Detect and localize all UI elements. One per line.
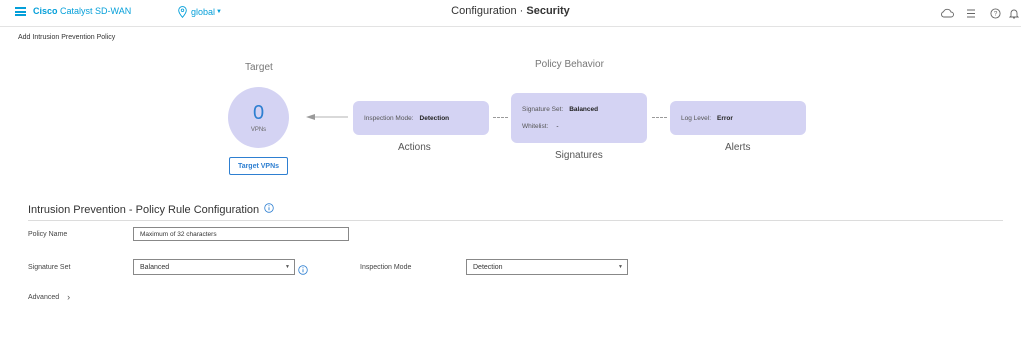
section-divider [28, 220, 1003, 221]
whitelist-value: - [556, 123, 559, 130]
caret-down-icon: ▼ [285, 264, 290, 270]
inspection-mode-key: Inspection Mode: [364, 115, 414, 122]
advanced-label: Advanced [28, 293, 60, 301]
chevron-right-icon: › [67, 292, 71, 302]
policy-name-label: Policy Name [28, 231, 68, 238]
connector-line [652, 117, 667, 118]
page-subheading: Add Intrusion Prevention Policy [18, 34, 116, 41]
log-level-value: Error [717, 115, 733, 122]
cloud-icon[interactable] [935, 4, 959, 22]
top-icons: ? [935, 4, 1021, 22]
info-icon[interactable] [264, 203, 274, 216]
page-title-main: Security [526, 5, 570, 17]
signature-set-label: Signature Set [28, 264, 71, 271]
log-level-item: Log Level: Error [681, 115, 733, 122]
signature-set-select[interactable]: Balanced ▼ [133, 259, 295, 275]
connector-line [493, 117, 508, 118]
help-icon[interactable]: ? [983, 4, 1007, 22]
policy-name-input[interactable] [133, 227, 349, 241]
target-vpns-button[interactable]: Target VPNs [229, 157, 288, 175]
actions-node[interactable]: Inspection Mode: Detection [353, 101, 489, 135]
list-icon[interactable] [959, 4, 983, 22]
alerts-caption: Alerts [725, 142, 751, 153]
info-icon[interactable] [298, 262, 308, 280]
target-node: 0 VPNs [228, 87, 289, 148]
signatures-caption: Signatures [555, 150, 603, 161]
policy-behavior-title: Policy Behavior [535, 59, 604, 70]
section-title: Intrusion Prevention - Policy Rule Confi… [28, 203, 274, 216]
target-vpn-count: 0 [252, 101, 265, 124]
caret-down-icon: ▼ [618, 264, 623, 270]
signature-set-item: Signature Set: Balanced [522, 106, 598, 113]
inspection-mode-value: Detection [419, 115, 450, 122]
page-title-prefix: Configuration · [451, 5, 527, 17]
signature-set-selected: Balanced [140, 263, 170, 271]
log-level-key: Log Level: [681, 115, 711, 122]
inspection-mode-label: Inspection Mode [360, 264, 412, 271]
alerts-node[interactable]: Log Level: Error [670, 101, 806, 135]
signatures-node[interactable]: Signature Set: Balanced Whitelist: - [511, 93, 647, 143]
page-title: Configuration · Security [0, 5, 1021, 17]
signature-set-value: Balanced [569, 106, 599, 113]
advanced-toggle[interactable]: Advanced › [28, 292, 70, 302]
section-title-text: Intrusion Prevention - Policy Rule Confi… [28, 203, 260, 216]
inspection-mode-item: Inspection Mode: Detection [364, 115, 449, 122]
top-bar: Cisco Catalyst SD-WAN global ▼ Configura… [0, 0, 1021, 27]
whitelist-key: Whitelist: [522, 123, 549, 130]
left-arrow-icon [306, 114, 348, 120]
inspection-mode-select[interactable]: Detection ▼ [466, 259, 628, 275]
whitelist-item: Whitelist: - [522, 123, 559, 130]
signature-set-key: Signature Set: [522, 106, 564, 113]
target-vpn-unit: VPNs [250, 126, 267, 133]
actions-caption: Actions [398, 142, 431, 153]
inspection-mode-selected: Detection [473, 263, 503, 271]
svg-text:?: ? [993, 10, 997, 17]
target-title: Target [245, 62, 273, 73]
bell-icon[interactable] [1007, 4, 1021, 22]
